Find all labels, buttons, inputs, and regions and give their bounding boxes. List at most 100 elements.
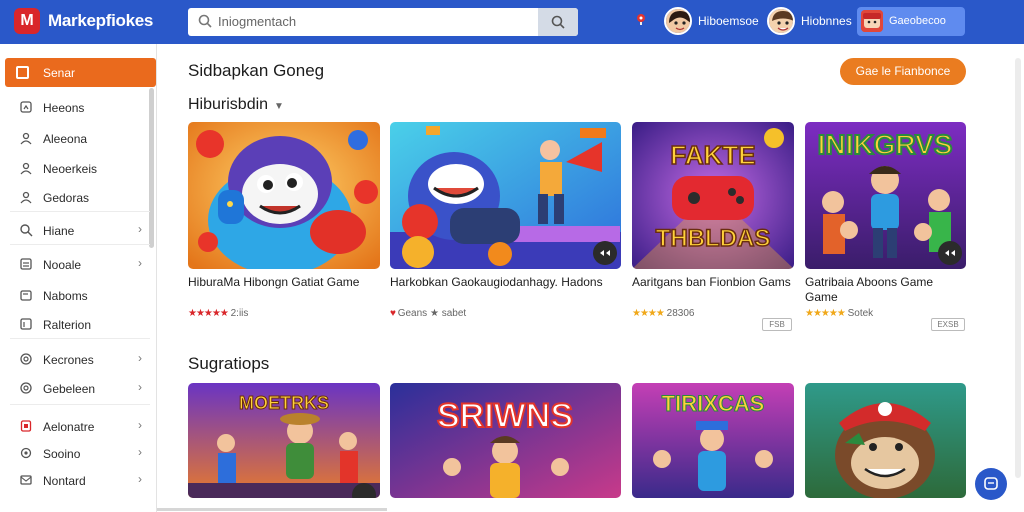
sidebar-item-label: Ralterion xyxy=(43,318,92,332)
sidebar-item-7[interactable]: Naboms xyxy=(0,283,150,307)
rating-row: ♥ Geans ★ sabet xyxy=(390,308,466,319)
game-thumbnail: SRIWNS xyxy=(390,383,621,498)
app-logo[interactable]: M xyxy=(14,8,40,34)
game-title[interactable]: HiburaMa Hibongn Gatiat Game xyxy=(188,275,368,290)
search-icon xyxy=(198,14,212,28)
rating-row: ★★★★★ Sotek xyxy=(805,308,873,319)
game-thumbnail xyxy=(390,122,621,269)
avatar xyxy=(664,7,692,35)
game-card-4[interactable]: INIKGRVS xyxy=(805,122,966,269)
sidebar-item-label: Senar xyxy=(43,66,76,80)
sidebar-item-12[interactable]: Sooino › xyxy=(0,441,150,465)
game-card-7[interactable]: TIRIXCAS xyxy=(632,383,794,498)
svg-text:SRIWNS: SRIWNS xyxy=(437,397,573,435)
sidebar-item-label: Kecrones xyxy=(43,353,94,367)
search-button[interactable] xyxy=(538,8,578,36)
list-icon xyxy=(20,258,32,270)
age-badge: FSB xyxy=(762,318,792,331)
sidebar-item-label: Nooale xyxy=(43,258,82,272)
rating-value: 28306 xyxy=(666,308,695,319)
account-button-label: Gaeobecoo xyxy=(889,15,946,27)
sidebar-item-label: Gedoras xyxy=(43,191,90,205)
game-card-5[interactable]: MOETRKS xyxy=(188,383,380,498)
horizontal-scrollbar[interactable] xyxy=(157,508,387,511)
account-button[interactable]: Gaeobecoo xyxy=(857,7,965,36)
game-card-6[interactable]: SRIWNS xyxy=(390,383,621,498)
rating-value: 2:iis xyxy=(230,308,249,319)
sidebar-item-6[interactable]: Nooale › xyxy=(0,252,150,276)
game-thumbnail xyxy=(805,383,966,498)
rating-value: Geans ★ sabet xyxy=(397,308,467,319)
sidebar-item-label: Aleeona xyxy=(43,132,88,146)
top-bar: M Markepfiokes Iniogmentach Hiboemsoe Hi… xyxy=(0,0,1024,44)
play-icon[interactable] xyxy=(938,241,962,265)
chevron-right-icon: › xyxy=(138,222,142,236)
game-thumbnail: FAKTE THBLDAS xyxy=(632,122,794,269)
game-card-3[interactable]: FAKTE THBLDAS xyxy=(632,122,794,269)
page-title: Sidbapkan Goneg xyxy=(188,61,325,80)
chevron-right-icon: › xyxy=(138,351,142,365)
sidebar-item-label: Sooino xyxy=(43,447,81,461)
sidebar-item-5[interactable]: Hiane › xyxy=(0,218,150,242)
tag-icon xyxy=(20,318,32,330)
main-scrollbar[interactable] xyxy=(1015,58,1021,478)
sidebar: Senar Heeons Aleeona Neoerkeis Gedoras H… xyxy=(0,44,157,512)
rating-value: Sotek xyxy=(847,308,874,319)
cta-button[interactable]: Gae le Fianbonce xyxy=(840,58,966,85)
search-icon xyxy=(20,224,33,237)
game-title[interactable]: Gatribaia Aboons Game Game xyxy=(805,275,955,305)
sidebar-item-2[interactable]: Aleeona xyxy=(0,126,150,150)
play-icon[interactable] xyxy=(593,241,617,265)
rating-stars: ★★★★★ xyxy=(805,308,846,319)
sidebar-divider xyxy=(10,244,150,245)
rating-stars: ★★★★★ xyxy=(188,308,229,319)
svg-text:MOETRKS: MOETRKS xyxy=(239,393,329,413)
heart-icon: ♥ xyxy=(390,308,396,319)
home-icon xyxy=(20,101,32,113)
search-bar[interactable]: Iniogmentach xyxy=(188,8,578,36)
game-card-8[interactable] xyxy=(805,383,966,498)
chevron-right-icon: › xyxy=(138,445,142,459)
sidebar-item-8[interactable]: Ralterion xyxy=(0,312,150,336)
sidebar-item-label: Aelonatre xyxy=(43,420,95,434)
game-title[interactable]: Aaritgans ban Fionbion Gams xyxy=(632,275,792,290)
grid-icon xyxy=(16,66,29,79)
svg-text:THBLDAS: THBLDAS xyxy=(656,225,771,252)
svg-text:TIRIXCAS: TIRIXCAS xyxy=(662,391,765,416)
sidebar-item-1[interactable]: Heeons xyxy=(0,95,150,119)
sidebar-item-9[interactable]: Kecrones › xyxy=(0,347,150,371)
game-title[interactable]: Harkobkan Gaokaugiodanhagy. Hadons xyxy=(390,275,610,290)
rating-row: ★★★★★ 2:iis xyxy=(188,308,248,319)
chat-button[interactable] xyxy=(975,468,1007,500)
chevron-right-icon: › xyxy=(138,256,142,270)
sidebar-item-label: Naboms xyxy=(43,289,88,303)
user-icon xyxy=(20,191,32,204)
sidebar-item-10[interactable]: Gebeleen › xyxy=(0,376,150,400)
mail-icon xyxy=(20,475,32,485)
app-name[interactable]: Markepfiokes xyxy=(48,11,153,31)
game-card-2[interactable] xyxy=(390,122,621,269)
lock-icon xyxy=(20,420,32,432)
game-thumbnail: TIRIXCAS xyxy=(632,383,794,498)
chevron-right-icon: › xyxy=(138,472,142,486)
sidebar-divider xyxy=(10,338,150,339)
sidebar-item-label: Gebeleen xyxy=(43,382,96,396)
notification-icon[interactable] xyxy=(634,12,648,26)
sidebar-divider xyxy=(10,211,150,212)
chat-icon xyxy=(984,477,998,490)
sidebar-item-11[interactable]: Aelonatre › xyxy=(0,414,150,438)
user-name: Hiboemsoe xyxy=(698,14,759,28)
sidebar-item-3[interactable]: Neoerkeis xyxy=(0,156,150,180)
sidebar-item-label: Nontard xyxy=(43,474,86,488)
sidebar-item-label: Neoerkeis xyxy=(43,162,98,176)
card-icon xyxy=(20,290,32,301)
search-input[interactable]: Iniogmentach xyxy=(218,14,296,29)
sidebar-item-4[interactable]: Gedoras xyxy=(0,185,150,209)
section-title: Hiburisbdin xyxy=(188,96,269,113)
sidebar-item-active[interactable]: Senar xyxy=(5,58,156,87)
game-card-1[interactable] xyxy=(188,122,380,269)
section-title-dropdown[interactable]: Hiburisbdin ▼ xyxy=(188,96,284,114)
sidebar-item-label: Heeons xyxy=(43,101,85,115)
search-icon xyxy=(551,15,565,29)
sidebar-item-13[interactable]: Nontard › xyxy=(0,468,150,492)
